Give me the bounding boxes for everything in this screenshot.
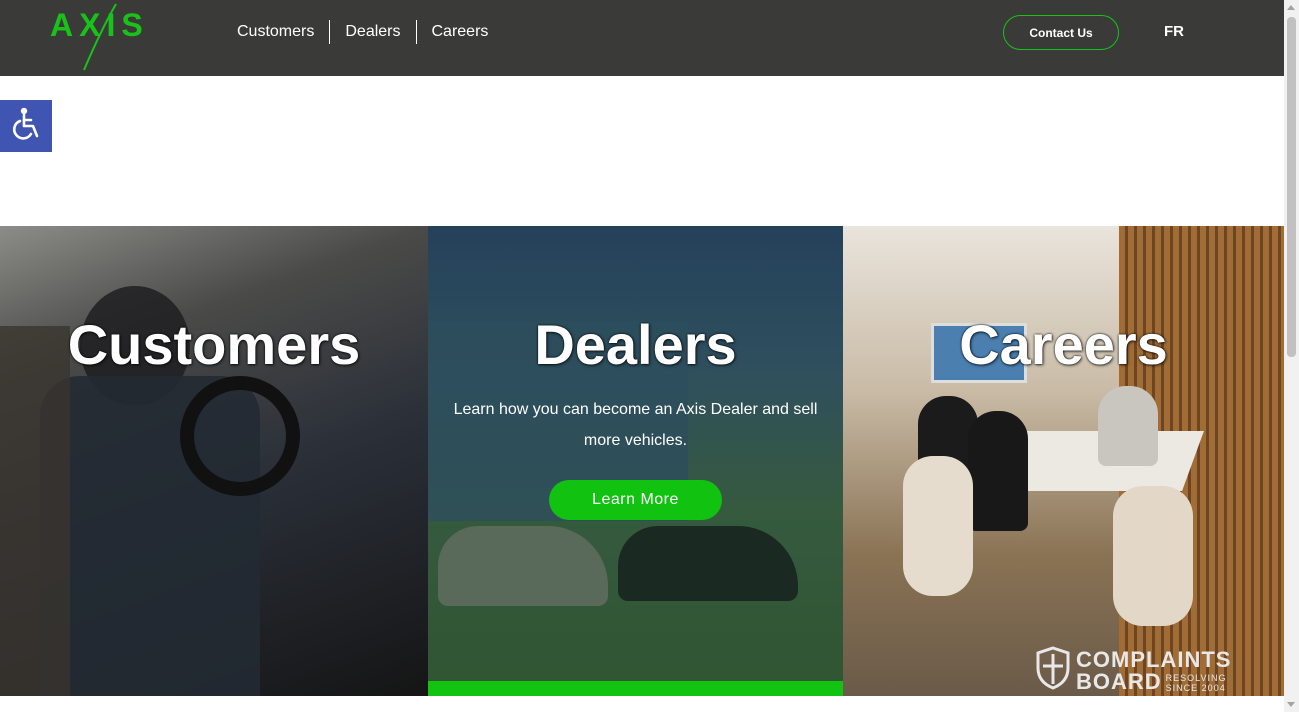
learn-more-button[interactable]: Learn More (549, 480, 722, 520)
steering-wheel (180, 376, 300, 496)
person-2 (968, 411, 1028, 531)
page: AXIS Customers Dealers Careers Contact U… (0, 0, 1299, 712)
nav-link-customers[interactable]: Customers (237, 20, 314, 44)
nav-link-careers[interactable]: Careers (432, 20, 489, 44)
watermark-resolving: RESOLVING (1165, 672, 1227, 683)
chair-2 (1113, 486, 1193, 626)
complaints-board-watermark: COMPLAINTS BOARD RESOLVING SINCE 2004 (1036, 646, 1231, 695)
car-seat (0, 326, 70, 696)
watermark-line2: BOARD (1076, 668, 1162, 694)
dealers-panel[interactable]: Dealers Learn how you can become an Axis… (428, 226, 843, 696)
customers-title: Customers (67, 313, 361, 376)
car-2 (618, 526, 798, 601)
watermark-line1: COMPLAINTS (1076, 646, 1232, 672)
active-panel-bar (428, 681, 843, 696)
axis-logo[interactable]: AXIS (46, 0, 166, 72)
contact-us-button[interactable]: Contact Us (1003, 15, 1119, 50)
vertical-scrollbar[interactable] (1284, 0, 1299, 712)
accessibility-button[interactable] (0, 100, 52, 152)
dealers-title: Dealers (534, 313, 737, 376)
watermark-since: SINCE 2004 (1165, 682, 1226, 693)
careers-panel[interactable]: Careers COMPLAINTS BOARD RESOLVING SINCE… (843, 226, 1284, 696)
language-toggle[interactable]: FR (1164, 23, 1184, 40)
scroll-up-arrow-icon[interactable] (1287, 5, 1295, 10)
hero-panels: Customers Dealers Learn how you can beco… (0, 226, 1284, 696)
dealers-description: Learn how you can become an Axis Dealer … (453, 401, 818, 449)
nav-divider (329, 20, 331, 44)
site-header: AXIS Customers Dealers Careers Contact U… (0, 0, 1284, 76)
customers-panel[interactable]: Customers (0, 226, 428, 696)
careers-title: Careers (959, 313, 1168, 376)
scroll-thumb[interactable] (1287, 17, 1296, 357)
person-3 (1098, 386, 1158, 466)
car-1 (438, 526, 608, 606)
nav-link-dealers[interactable]: Dealers (345, 20, 400, 44)
main-nav: Customers Dealers Careers (237, 20, 488, 44)
shield-icon (1036, 646, 1070, 695)
chair-1 (903, 456, 973, 596)
nav-divider (415, 20, 417, 44)
wheelchair-icon (11, 107, 41, 146)
scroll-down-arrow-icon[interactable] (1287, 702, 1295, 707)
